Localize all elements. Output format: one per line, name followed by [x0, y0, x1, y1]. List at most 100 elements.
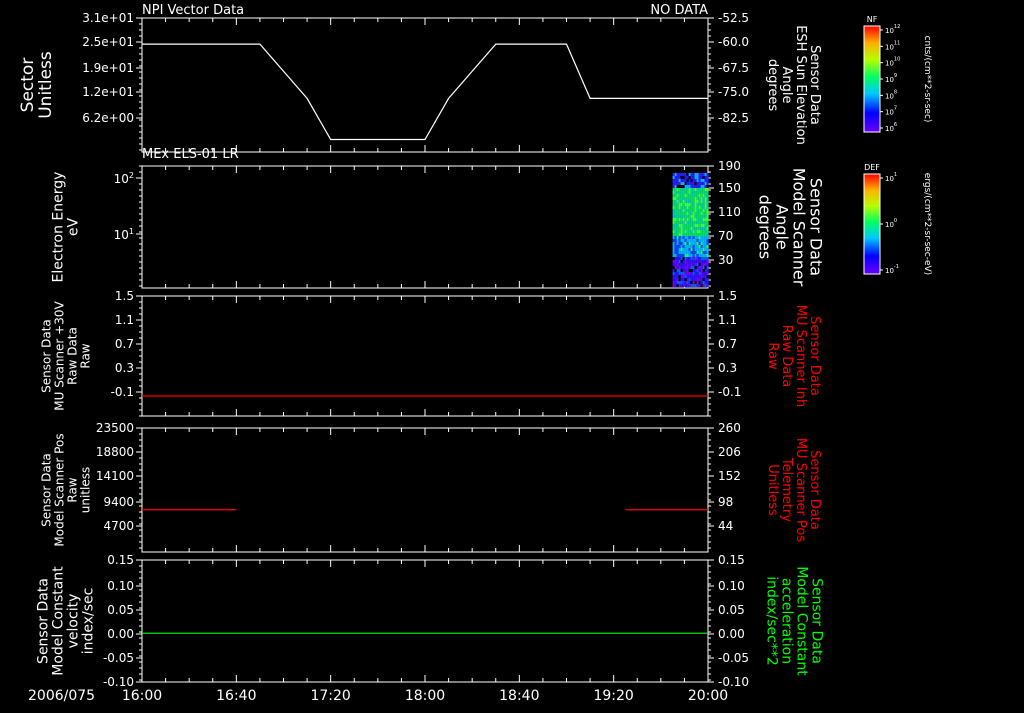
- spectrogram-cell: [694, 224, 697, 227]
- spectrogram-cell: [702, 251, 705, 254]
- time-tick-label: 17:20: [310, 688, 350, 704]
- spectrogram-cell: [686, 233, 689, 236]
- spectrogram-cell: [694, 266, 697, 269]
- spectrogram-cell: [694, 200, 697, 203]
- spectrogram-cell: [694, 182, 697, 185]
- spectrogram-cell: [672, 209, 675, 212]
- spectrogram-cell: [672, 182, 675, 185]
- spectrogram-cell: [684, 263, 687, 266]
- spectrogram-cell: [694, 236, 697, 239]
- spectrogram-cell: [698, 227, 701, 230]
- spectrogram-cell: [682, 191, 685, 194]
- spectrogram-cell: [706, 173, 709, 176]
- spectrogram-cell: [700, 230, 703, 233]
- spectrogram-cell: [698, 215, 701, 218]
- spectrogram-cell: [694, 221, 697, 224]
- spectrogram-cell: [688, 176, 691, 179]
- spectrogram-cell: [698, 182, 701, 185]
- colorbar-unit-label: ergs/(cm**2-sr-sec-eV): [922, 173, 932, 275]
- spectrogram-cell: [690, 224, 693, 227]
- spectrogram-cell: [692, 224, 695, 227]
- spectrogram-cell: [704, 257, 707, 260]
- spectrogram-cell: [702, 278, 705, 281]
- spectrogram-cell: [674, 185, 677, 188]
- spectrogram-cell: [694, 227, 697, 230]
- spectrogram-cell: [686, 194, 689, 197]
- spectrogram-cell: [702, 203, 705, 206]
- spectrogram-cell: [690, 215, 693, 218]
- right-axis-label: Raw Data: [779, 325, 794, 388]
- spectrogram-cell: [686, 248, 689, 251]
- spectrogram-cell: [688, 185, 691, 188]
- spectrogram-cell: [688, 194, 691, 197]
- spectrogram-cell: [692, 206, 695, 209]
- panel-frame-2: [141, 165, 709, 289]
- left-tick-label: 0.3: [115, 361, 134, 375]
- spectrogram-cell: [690, 239, 693, 242]
- spectrogram-cell: [698, 173, 701, 176]
- colorbars: NF 1012 1011 1010 109 108 107 106 cnts/(cm**2-sr…: [863, 15, 932, 275]
- spectrogram-cell: [678, 275, 681, 278]
- spectrogram-cell: [698, 206, 701, 209]
- spectrogram-cell: [692, 227, 695, 230]
- spectrogram-cell: [692, 182, 695, 185]
- colorbar-tick-label: 107: [885, 106, 897, 117]
- spectrogram-cell: [702, 182, 705, 185]
- spectrogram-cell: [682, 212, 685, 215]
- right-axis-label: degrees: [765, 59, 780, 112]
- spectrogram-cell: [694, 218, 697, 221]
- spectrogram-cell: [678, 209, 681, 212]
- spectrogram-cell: [686, 266, 689, 269]
- spectrogram-cell: [680, 275, 683, 278]
- spectrogram-cell: [688, 209, 691, 212]
- spectrogram-cell: [680, 233, 683, 236]
- spectrogram-cell: [678, 221, 681, 224]
- spectrogram-cell: [674, 173, 677, 176]
- spectrogram-cell: [682, 251, 685, 254]
- spectrogram-cell: [690, 236, 693, 239]
- spectrogram-cell: [688, 197, 691, 200]
- left-axis-label: unitless: [79, 467, 93, 513]
- spectrogram-cell: [706, 275, 709, 278]
- spectrogram-cell: [680, 221, 683, 224]
- spectrogram-cell: [684, 257, 687, 260]
- spectrogram-cell: [686, 254, 689, 257]
- left-tick-label: 0.05: [107, 603, 134, 617]
- colorbar-title: NF: [867, 15, 878, 24]
- spectrogram-cell: [678, 188, 681, 191]
- left-tick-label: 3.1e+01: [82, 11, 134, 25]
- left-tick-label: -0.10: [103, 675, 134, 689]
- spectrogram-cell: [682, 227, 685, 230]
- spectrogram-cell: [686, 188, 689, 191]
- spectrogram-cell: [672, 281, 675, 284]
- spectrogram-cell: [706, 197, 709, 200]
- spectrogram-cell: [706, 206, 709, 209]
- spectrogram-cell: [704, 245, 707, 248]
- spectrogram-cell: [688, 179, 691, 182]
- spectrogram-cell: [698, 197, 701, 200]
- spectrogram-cell: [678, 191, 681, 194]
- spectrogram-cell: [682, 284, 685, 287]
- spectrogram-cell: [680, 263, 683, 266]
- spectrogram-cell: [674, 236, 677, 239]
- spectrogram-cell: [674, 251, 677, 254]
- spectrogram-cell: [690, 191, 693, 194]
- spectrogram-cell: [694, 188, 697, 191]
- spectrogram-cell: [686, 251, 689, 254]
- spectrogram-cell: [690, 185, 693, 188]
- spectrogram-cell: [690, 176, 693, 179]
- spectrogram-cell: [690, 194, 693, 197]
- spectrogram-cell: [682, 194, 685, 197]
- spectrogram-cell: [704, 248, 707, 251]
- spectrogram-cell: [706, 281, 709, 284]
- panel-frame-1: [141, 17, 709, 153]
- right-axis-label: ESH Sun Elevation: [793, 25, 808, 145]
- spectrogram-cell: [672, 257, 675, 260]
- spectrogram-cell: [692, 242, 695, 245]
- spectrogram-cell: [676, 239, 679, 242]
- spectrogram-cell: [702, 179, 705, 182]
- spectrogram-cell: [676, 266, 679, 269]
- colorbar-tick-label: 101: [885, 172, 897, 183]
- left-axis-label: eV: [66, 217, 82, 236]
- right-axis-label: MU Scanner Inh: [793, 305, 808, 408]
